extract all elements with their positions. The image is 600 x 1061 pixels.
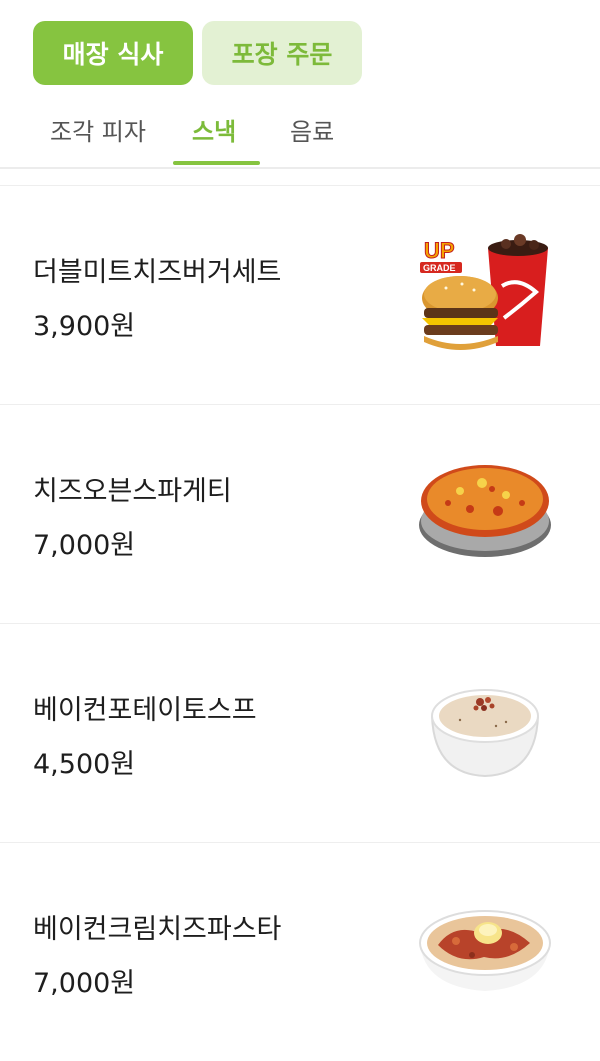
menu-item[interactable]: 베이컨포테이토스프 4,500원 xyxy=(0,623,600,842)
category-tabs: 조각 피자 스낵 음료 xyxy=(0,98,600,169)
burger-set-image: UP GRADE xyxy=(420,234,548,350)
order-type-toggle: 매장 식사 포장 주문 xyxy=(33,21,362,85)
menu-item-price: 4,500원 xyxy=(33,749,136,780)
menu-item[interactable]: 치즈오븐스파게티 7,000원 xyxy=(0,404,600,623)
active-tab-indicator xyxy=(173,161,260,165)
menu-item[interactable]: 베이컨크림치즈파스타 7,000원 xyxy=(0,842,600,1061)
upgrade-badge-up: UP xyxy=(424,238,455,263)
tab-pizza-slice[interactable]: 조각 피자 xyxy=(50,112,146,147)
cream-pasta-image xyxy=(419,910,551,991)
menu-item-name: 베이컨포테이토스프 xyxy=(33,695,257,726)
upgrade-badge-grade: GRADE xyxy=(423,263,456,273)
menu-item[interactable]: 더블미트치즈버거세트 3,900원 UP GRADE xyxy=(0,185,600,404)
menu-item-name: 더블미트치즈버거세트 xyxy=(33,257,282,288)
potato-soup-image xyxy=(431,689,539,778)
menu-list: 더블미트치즈버거세트 3,900원 UP GRADE 치즈오븐스파게티 7,00… xyxy=(0,185,600,1061)
cheese-spaghetti-image xyxy=(419,465,551,557)
menu-item-name: 베이컨크림치즈파스타 xyxy=(33,914,282,945)
menu-item-price: 7,000원 xyxy=(33,968,136,999)
takeout-button[interactable]: 포장 주문 xyxy=(202,21,362,85)
menu-item-name: 치즈오븐스파게티 xyxy=(33,476,232,507)
tab-snack[interactable]: 스낵 xyxy=(192,112,236,147)
menu-item-price: 7,000원 xyxy=(33,530,136,561)
dine-in-button[interactable]: 매장 식사 xyxy=(33,21,193,85)
menu-item-price: 3,900원 xyxy=(33,311,136,342)
tab-drinks[interactable]: 음료 xyxy=(290,112,334,147)
